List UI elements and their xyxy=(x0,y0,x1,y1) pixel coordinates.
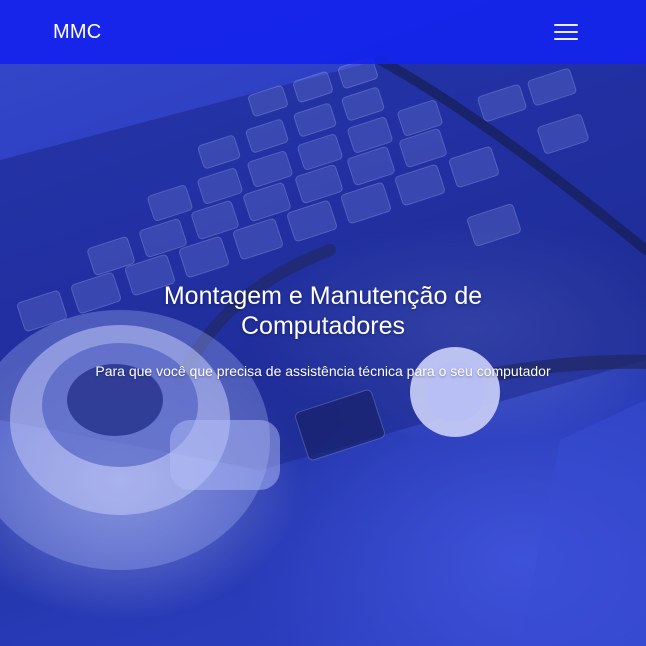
top-navbar: MMC xyxy=(0,0,646,64)
brand-logo-link[interactable]: MMC xyxy=(53,20,101,44)
hero-subtitle: Para que você que precisa de assistência… xyxy=(95,363,551,379)
hero-title: Montagem e Manutenção de Computadores xyxy=(163,282,483,340)
hamburger-menu-icon[interactable] xyxy=(551,20,581,44)
hero-section: Montagem e Manutenção de Computadores Pa… xyxy=(0,281,646,385)
landing-page: MMC Montagem e Manutenção de Computadore… xyxy=(0,0,646,646)
